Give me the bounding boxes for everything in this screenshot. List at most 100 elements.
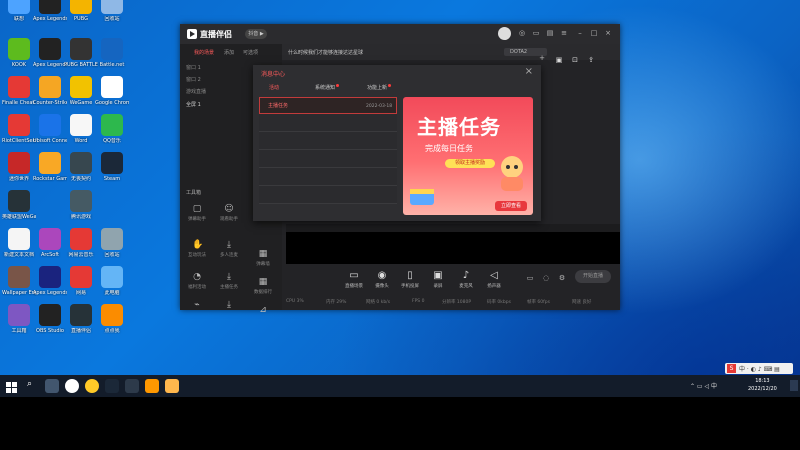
scene-button[interactable]: ▭ 直播场景 [342, 270, 366, 289]
platform-badge[interactable]: 抖音 ▶ [245, 29, 267, 39]
desktop-icon[interactable]: 工具箱 [2, 304, 36, 334]
record-button[interactable]: ▣ 录屏 [426, 270, 450, 289]
chart-icon[interactable]: ▤ [546, 29, 554, 37]
tool-data[interactable]: ▦ 数据排行 [252, 277, 274, 295]
desktop-icon[interactable]: QQ音乐 [95, 114, 129, 144]
desktop-icon[interactable]: 英雄联盟WeGame版 [2, 190, 36, 220]
desktop-icon[interactable]: 回收站 [95, 228, 129, 258]
tab-new-features[interactable]: 功能上新 [367, 84, 392, 91]
phone-cast-button[interactable]: ▯ 手机投屏 [398, 270, 422, 289]
stream-title[interactable]: 什么时候我们才能够连接达达星球 [288, 49, 363, 56]
close-icon[interactable]: × [604, 29, 612, 37]
tray-icons[interactable]: ⌃ ▭ ◁ 中 [690, 381, 717, 390]
promo-banner[interactable]: 主播任务 完成每日任务 领取主播奖励 立即查看 [403, 97, 533, 215]
menu-icon[interactable]: ≡ [560, 29, 568, 37]
task-view-icon[interactable] [45, 379, 59, 393]
desktop-icon[interactable]: 无畏契约 [64, 152, 98, 182]
scene-item[interactable]: 窗口 2 [186, 76, 201, 83]
tool-live[interactable]: ⌁ [186, 300, 208, 310]
desktop-icon[interactable]: 新建文本文档 [2, 228, 36, 258]
close-icon[interactable]: × [525, 66, 533, 77]
desktop-icon[interactable]: KOOK [2, 38, 36, 68]
search-icon[interactable]: ⌕ [27, 379, 32, 389]
desktop-icon[interactable]: 此电脑 [95, 266, 129, 296]
desktop-icon[interactable]: 点点我 [95, 304, 129, 334]
tab-scenes[interactable]: 我的场景 [194, 49, 214, 56]
desktop-icon[interactable]: Wallpaper Engine [2, 266, 36, 296]
layout-icon[interactable]: ▣ [555, 56, 563, 64]
lock-icon[interactable]: ⊡ [571, 56, 579, 64]
desktop-icon[interactable]: Apex Legends [33, 0, 67, 22]
live-assistant-icon[interactable] [145, 379, 159, 393]
scene-item[interactable]: 游戏直播 [186, 88, 206, 95]
speaker-button[interactable]: ◁ 扬声器 [482, 270, 506, 289]
list-item[interactable]: 主播任务 2022-03-18 [259, 97, 397, 114]
desktop-icon[interactable]: 迷你世界 [2, 152, 36, 182]
app-icon[interactable] [125, 379, 139, 393]
camera-small-icon[interactable]: ▭ [526, 274, 534, 282]
desktop-icon[interactable]: 联想 [2, 0, 36, 22]
tool-multi[interactable]: ⤓ 多人连麦 [218, 240, 240, 258]
settings-icon[interactable]: ◎ [518, 29, 526, 37]
desktop-icon[interactable]: Steam [95, 152, 129, 182]
view-now-button[interactable]: 立即查看 [495, 201, 527, 211]
tool-danmaku[interactable]: ▢ 弹幕助手 [186, 204, 208, 222]
tab-options[interactable]: 可选项 [243, 49, 258, 56]
message-icon[interactable]: ▭ [532, 29, 540, 37]
gear-icon[interactable]: ⚙ [558, 274, 566, 282]
desktop-icon[interactable]: 腾讯游戏 [64, 190, 98, 220]
tab-system[interactable]: 系统通知 [315, 84, 340, 91]
steam-icon[interactable] [105, 379, 119, 393]
desktop-icon[interactable]: Word [64, 114, 98, 144]
mic-button[interactable]: ♪ 麦克风 [454, 270, 478, 289]
tool-more[interactable]: ⊿ [252, 305, 274, 315]
tool-wall[interactable]: ⤓ [218, 300, 240, 310]
minimize-icon[interactable]: – [576, 29, 584, 37]
tool-viewer[interactable]: ☺ 观看助手 [218, 204, 240, 222]
start-live-button[interactable]: 开始直播 [575, 270, 611, 283]
browser-icon[interactable] [85, 379, 99, 393]
desktop-icon[interactable]: 回收站 [95, 0, 129, 22]
tool-welfare[interactable]: ◔ 福利活动 [186, 272, 208, 290]
desktop-icon-label: 迷你世界 [8, 176, 29, 182]
desktop-icon[interactable]: OBS Studio [33, 304, 67, 334]
desktop-icon[interactable]: Apex Legends [33, 38, 67, 68]
chrome-icon[interactable] [65, 379, 79, 393]
desktop-icon[interactable]: Apex Legends [33, 266, 67, 296]
desktop-icon[interactable]: WeGame [64, 76, 98, 106]
tool-rank[interactable]: ▦ 弹幕墙 [252, 249, 274, 267]
app-icon[interactable] [165, 379, 179, 393]
desktop-icon[interactable]: PUBG BATTLEGROUNDS [64, 38, 98, 68]
tab-add[interactable]: 添加 [224, 49, 234, 56]
clock[interactable]: 18:13 2022/12/20 [748, 377, 777, 393]
tab-activity[interactable]: 活动 [269, 84, 279, 91]
desktop-icon[interactable]: PUBG [64, 0, 98, 22]
ime-toolbar[interactable]: S 中 · ◐ ♪ ⌨ ▤ [725, 363, 793, 374]
avatar[interactable] [498, 27, 511, 40]
share-icon[interactable]: ⇪ [587, 56, 595, 64]
notification-icon[interactable] [790, 380, 798, 391]
tool-interact[interactable]: ✋ 互动玩法 [186, 240, 208, 258]
desktop-icon[interactable]: Finalle Cheat Code [2, 76, 36, 106]
camera-button[interactable]: ◉ 摄像头 [370, 270, 394, 289]
desktop-icon[interactable]: Rockstar Games [33, 152, 67, 182]
add-icon[interactable]: + [538, 54, 546, 62]
status-bar: CPU 3% 内存 29% 网络 0 kb/s FPS 0 分辨率 1080P … [286, 299, 592, 305]
desktop-icon[interactable]: Google Chrome [95, 76, 129, 106]
desktop-icon[interactable]: ArcSoft [33, 228, 67, 258]
desktop-icon[interactable]: Counter-Strike Global Of... [33, 76, 67, 106]
scene-item[interactable]: 全屏 1 [186, 101, 201, 108]
desktop-icon[interactable]: 直播伴侣 [64, 304, 98, 334]
desktop-icon[interactable]: Battle.net [95, 38, 129, 68]
maximize-icon[interactable]: □ [590, 29, 598, 37]
scene-item[interactable]: 窗口 1 [186, 64, 201, 71]
desktop-icon[interactable]: RiotClientServices [2, 114, 36, 144]
desktop-icon[interactable]: 网易云音乐 [64, 228, 98, 258]
effect-icon[interactable]: ◌ [542, 274, 550, 282]
windows-start-icon[interactable] [6, 379, 18, 393]
desktop-icon[interactable]: 网易 [64, 266, 98, 296]
app-icon [101, 304, 123, 326]
tool-task[interactable]: ⤓ 主播任务 [218, 272, 240, 290]
desktop-icon-label: RiotClientServices [2, 138, 36, 144]
desktop-icon[interactable]: Ubisoft Connect [33, 114, 67, 144]
